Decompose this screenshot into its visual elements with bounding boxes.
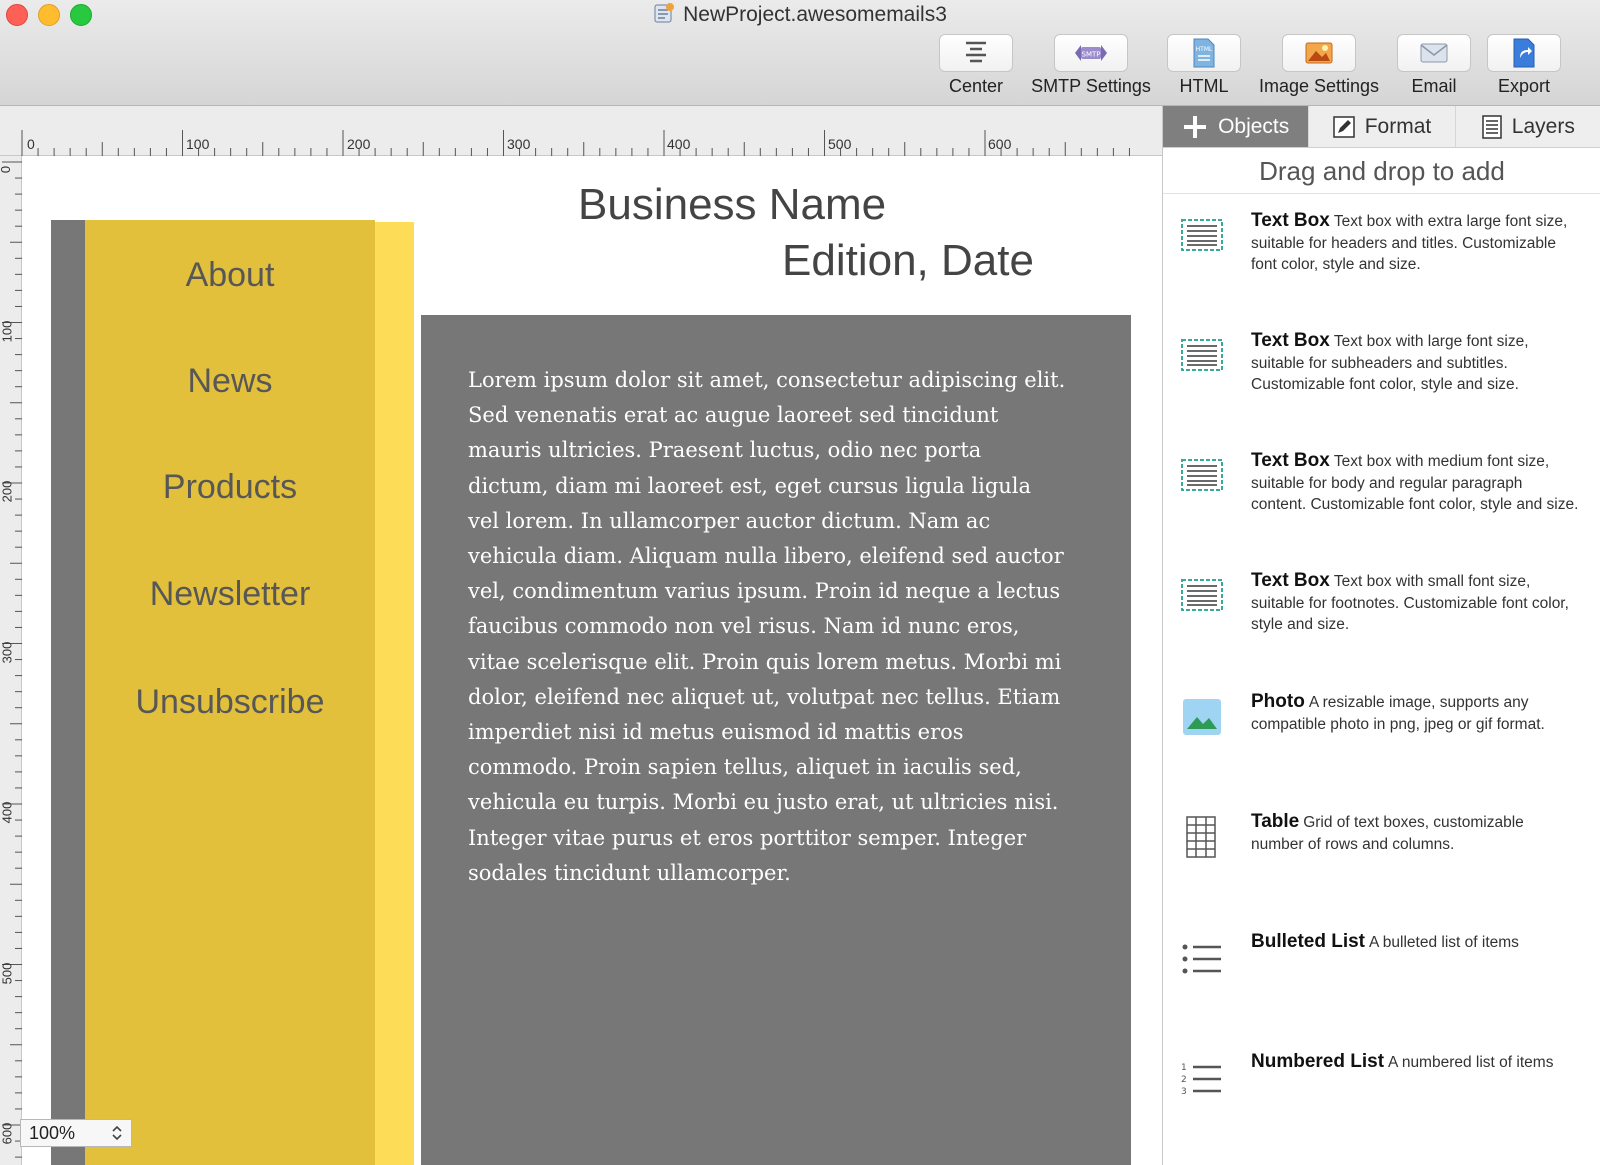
- window-titlebar: NewProject.awesomemails3 Center SMTP SMT…: [0, 0, 1600, 106]
- zoom-value: 100%: [29, 1122, 76, 1143]
- ruler-label: 200: [347, 136, 371, 152]
- panel-tabs: Objects Format Layers: [1163, 106, 1600, 148]
- object-textbox-small[interactable]: Text Box Text box with small font size, s…: [1163, 570, 1600, 680]
- ruler-label: 0: [0, 166, 13, 173]
- business-name-textbox[interactable]: Business Name: [578, 180, 886, 230]
- ruler-label: 100: [0, 320, 15, 343]
- body-content-box[interactable]: Lorem ipsum dolor sit amet, consectetur …: [421, 315, 1131, 1165]
- ruler-label: 0: [27, 136, 35, 152]
- plus-icon: [1184, 115, 1207, 138]
- svg-text:1: 1: [1181, 1063, 1187, 1073]
- ruler-label: 500: [0, 962, 15, 985]
- object-title: Text Box: [1251, 330, 1330, 351]
- object-description: A bulleted list of items: [1369, 934, 1519, 951]
- svg-text:HTML: HTML: [1196, 46, 1213, 53]
- tab-objects[interactable]: Objects: [1163, 106, 1310, 147]
- object-title: Numbered List: [1251, 1051, 1385, 1072]
- horizontal-ruler: 0 100 200 300 400 500 600: [0, 106, 1162, 156]
- envelope-icon: [1420, 43, 1448, 63]
- pencil-icon: [1332, 115, 1355, 138]
- object-title: Photo: [1251, 691, 1305, 712]
- zoom-select[interactable]: 100%: [20, 1119, 132, 1147]
- textbox-icon: [1181, 219, 1223, 251]
- ruler-label: 600: [988, 136, 1012, 152]
- html-tool[interactable]: HTML HTML: [1166, 34, 1242, 97]
- image-settings-button[interactable]: [1282, 34, 1356, 72]
- vertical-ruler: 0 100 200 300 400 500 600: [0, 156, 22, 1165]
- ruler-label: 300: [0, 641, 15, 664]
- email-canvas[interactable]: About News Products Newsletter Unsubscri…: [22, 156, 1162, 1165]
- html-button[interactable]: HTML: [1167, 34, 1241, 72]
- html-file-icon: HTML: [1193, 38, 1215, 68]
- ruler-label: 400: [0, 801, 15, 824]
- window-title: NewProject.awesomemails3: [0, 2, 1600, 27]
- panel-header: Drag and drop to add: [1163, 148, 1600, 194]
- object-title: Text Box: [1251, 450, 1330, 471]
- tab-layers[interactable]: Layers: [1456, 106, 1600, 147]
- nav-item-newsletter[interactable]: Newsletter: [85, 575, 375, 614]
- export-button[interactable]: [1487, 34, 1561, 72]
- object-table[interactable]: Table Grid of text boxes, customizable nu…: [1163, 811, 1600, 921]
- image-icon: [1305, 42, 1333, 64]
- object-photo[interactable]: Photo A resizable image, supports any com…: [1163, 691, 1600, 801]
- export-icon: [1513, 38, 1535, 68]
- edition-date-textbox[interactable]: Edition, Date: [782, 236, 1034, 286]
- ruler-label: 400: [667, 136, 691, 152]
- photo-icon: [1183, 699, 1221, 735]
- stepper-arrows-icon[interactable]: [111, 1124, 123, 1142]
- object-title: Text Box: [1251, 570, 1330, 591]
- nav-item-about[interactable]: About: [85, 256, 375, 295]
- object-description: A numbered list of items: [1388, 1054, 1554, 1071]
- email-tool[interactable]: Email: [1396, 34, 1472, 97]
- bulleted-list-icon: [1182, 944, 1221, 974]
- center-button[interactable]: [939, 34, 1013, 72]
- object-numbered-list[interactable]: 1 2 3 Numbered List A numbered list of it…: [1163, 1051, 1600, 1161]
- object-bulleted-list[interactable]: Bulleted List A bulleted list of items: [1163, 931, 1600, 1041]
- smtp-settings-tool[interactable]: SMTP SMTP Settings: [1030, 34, 1152, 97]
- object-title: Bulleted List: [1251, 931, 1366, 952]
- ruler-label: 600: [0, 1122, 15, 1145]
- tab-format[interactable]: Format: [1309, 106, 1456, 147]
- nav-item-news[interactable]: News: [85, 362, 375, 401]
- ruler-label: 300: [507, 136, 531, 152]
- export-tool[interactable]: Export: [1486, 34, 1562, 97]
- email-button[interactable]: [1397, 34, 1471, 72]
- numbered-list-icon: 1 2 3: [1181, 1063, 1221, 1097]
- align-center-icon: [966, 41, 986, 63]
- object-textbox-large[interactable]: Text Box Text box with large font size, s…: [1163, 330, 1600, 440]
- object-title: Table: [1251, 811, 1300, 832]
- body-paragraph[interactable]: Lorem ipsum dolor sit amet, consectetur …: [468, 363, 1068, 891]
- object-textbox-xl[interactable]: Text Box Text box with extra large font s…: [1163, 210, 1600, 320]
- document-icon: [654, 3, 675, 23]
- center-tool[interactable]: Center: [938, 34, 1014, 97]
- nav-shadow-strip[interactable]: [51, 220, 85, 1165]
- nav-item-unsubscribe[interactable]: Unsubscribe: [85, 683, 375, 722]
- object-title: Text Box: [1251, 210, 1330, 231]
- textbox-icon: [1181, 339, 1223, 371]
- ruler-label: 100: [186, 136, 210, 152]
- ruler-label: 200: [0, 480, 15, 503]
- object-textbox-medium[interactable]: Text Box Text box with medium font size, …: [1163, 450, 1600, 560]
- textbox-icon: [1181, 579, 1223, 611]
- table-icon: [1186, 816, 1216, 858]
- nav-item-products[interactable]: Products: [85, 468, 375, 507]
- textbox-icon: [1181, 459, 1223, 491]
- nav-highlight-strip[interactable]: [375, 222, 414, 1165]
- smtp-settings-button[interactable]: SMTP: [1054, 34, 1128, 72]
- svg-text:SMTP: SMTP: [1082, 51, 1101, 59]
- svg-text:2: 2: [1181, 1075, 1187, 1085]
- smtp-icon: SMTP: [1075, 45, 1107, 61]
- image-settings-tool[interactable]: Image Settings: [1256, 34, 1382, 97]
- ruler-label: 500: [828, 136, 852, 152]
- layers-icon: [1482, 114, 1502, 139]
- svg-text:3: 3: [1181, 1087, 1187, 1097]
- objects-panel: Objects Format Layers Drag and drop to a…: [1162, 106, 1600, 1165]
